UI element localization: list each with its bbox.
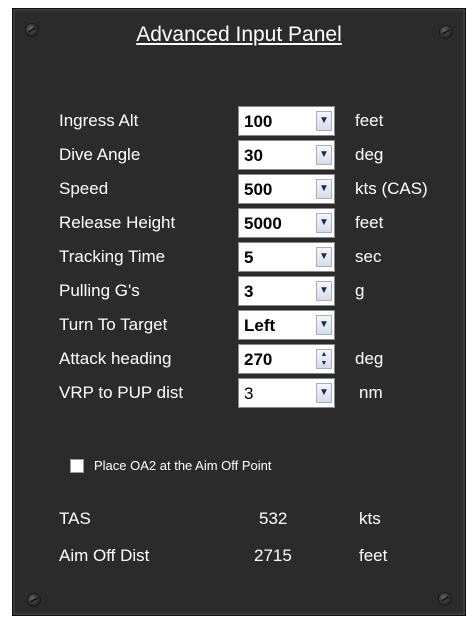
speed-unit: kts (CAS) [355, 179, 428, 198]
place-oa2-checkbox[interactable] [70, 459, 84, 473]
ingress-alt-value: 100 [244, 112, 273, 131]
ingress-alt-unit: feet [355, 111, 384, 130]
chevron-down-icon[interactable]: ▼ [316, 145, 332, 165]
release-height-label: Release Height [59, 213, 176, 232]
chevron-down-icon[interactable]: ▼ [316, 213, 332, 233]
turn-to-target-value: Left [244, 316, 276, 335]
attack-heading-value: 270 [244, 350, 273, 369]
turn-to-target-select[interactable]: Left ▼ [238, 310, 335, 340]
screw-icon [28, 594, 40, 606]
speed-label: Speed [59, 179, 109, 198]
spinner-up-icon[interactable]: ▲ [317, 350, 331, 359]
dive-angle-label: Dive Angle [59, 145, 141, 164]
tracking-time-value: 5 [244, 248, 254, 267]
advanced-input-panel: Advanced Input Panel Ingress Alt 100 ▼ f… [12, 8, 466, 616]
tas-unit: kts [359, 509, 381, 528]
tracking-time-label: Tracking Time [59, 247, 166, 266]
pulling-gs-unit: g [355, 281, 365, 300]
tas-label: TAS [59, 509, 91, 528]
spinner-down-icon[interactable]: ▼ [317, 359, 331, 368]
vrp-to-pup-dist-label: VRP to PUP dist [59, 383, 184, 402]
ingress-alt-label: Ingress Alt [59, 111, 139, 130]
chevron-down-icon[interactable]: ▼ [316, 247, 332, 267]
ingress-alt-select[interactable]: 100 ▼ [238, 106, 335, 136]
spinner-icon[interactable]: ▲ ▼ [316, 349, 332, 369]
chevron-down-icon[interactable]: ▼ [316, 315, 332, 335]
vrp-to-pup-dist-value: 3 [244, 384, 254, 403]
place-oa2-checkbox-label[interactable]: Place OA2 at the Aim Off Point [94, 458, 272, 474]
pulling-gs-select[interactable]: 3 ▼ [238, 276, 335, 306]
screw-icon [439, 593, 451, 605]
chevron-down-icon[interactable]: ▼ [316, 281, 332, 301]
chevron-down-icon[interactable]: ▼ [316, 179, 332, 199]
panel-title: Advanced Input Panel [136, 23, 342, 46]
aim-off-dist-unit: feet [359, 546, 388, 565]
aim-off-dist-value: 2715 [254, 546, 292, 565]
vrp-to-pup-dist-select[interactable]: 3 ▼ [238, 378, 335, 408]
release-height-select[interactable]: 5000 ▼ [238, 208, 335, 238]
tracking-time-select[interactable]: 5 ▼ [238, 242, 335, 272]
chevron-down-icon[interactable]: ▼ [316, 383, 332, 403]
release-height-unit: feet [355, 213, 384, 232]
release-height-value: 5000 [244, 214, 282, 233]
speed-value: 500 [244, 180, 273, 199]
tracking-time-unit: sec [355, 247, 382, 266]
pulling-gs-value: 3 [244, 282, 254, 301]
attack-heading-spinner[interactable]: 270 ▲ ▼ [238, 344, 335, 374]
tas-value: 532 [259, 509, 288, 528]
dive-angle-value: 30 [244, 146, 263, 165]
attack-heading-label: Attack heading [59, 349, 172, 368]
chevron-down-icon[interactable]: ▼ [316, 111, 332, 131]
turn-to-target-label: Turn To Target [59, 315, 168, 334]
dive-angle-select[interactable]: 30 ▼ [238, 140, 335, 170]
speed-select[interactable]: 500 ▼ [238, 174, 335, 204]
attack-heading-unit: deg [355, 349, 384, 368]
pulling-gs-label: Pulling G's [59, 281, 140, 300]
aim-off-dist-label: Aim Off Dist [59, 546, 150, 565]
vrp-to-pup-dist-unit: nm [359, 383, 383, 402]
dive-angle-unit: deg [355, 145, 384, 164]
